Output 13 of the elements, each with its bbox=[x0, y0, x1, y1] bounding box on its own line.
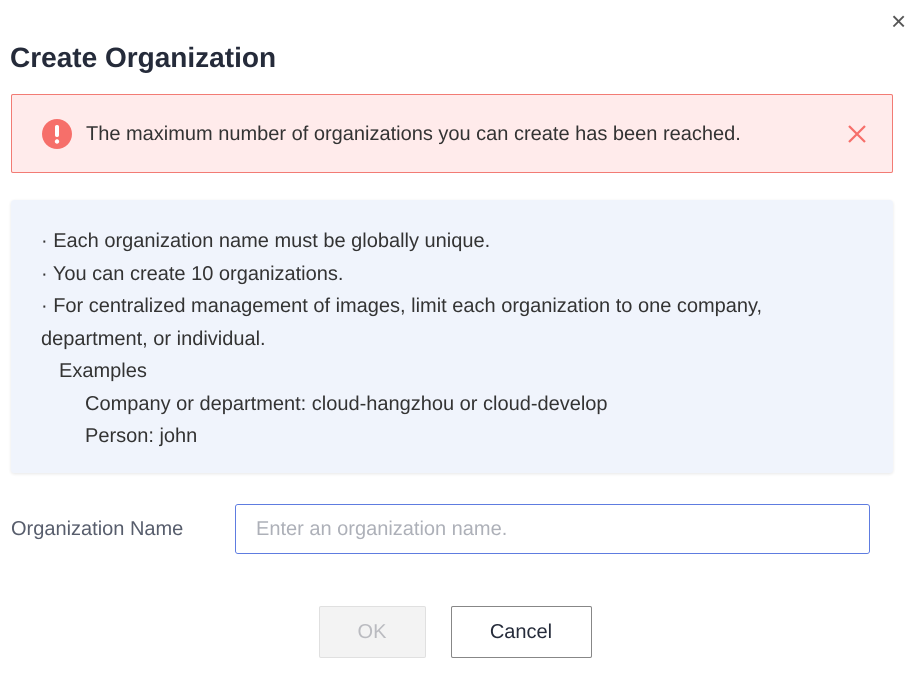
example-text: Company or department: cloud-hangzhou or cloud-develop bbox=[84, 392, 609, 416]
note-text: · You can create 10 organizations. bbox=[41, 262, 344, 286]
field-label: Organization Name bbox=[11, 517, 184, 542]
error-icon bbox=[42, 118, 72, 148]
close-icon[interactable] bbox=[848, 124, 866, 142]
alert-message: The maximum number of organizations you can create has been reached. bbox=[86, 122, 742, 146]
organization-name-field[interactable]: Enter an organization name. bbox=[235, 504, 870, 554]
examples-heading: Examples bbox=[58, 359, 148, 384]
note-text: · Each organization name must be globally unique. bbox=[41, 229, 492, 254]
close-button[interactable]: × bbox=[891, 8, 906, 34]
note-text: · For centralized management of images, limit each organization to one company, department, or individual. bbox=[41, 294, 764, 352]
example-text: Person: john bbox=[84, 424, 198, 449]
dialog-button[interactable]: Cancel bbox=[450, 606, 592, 658]
